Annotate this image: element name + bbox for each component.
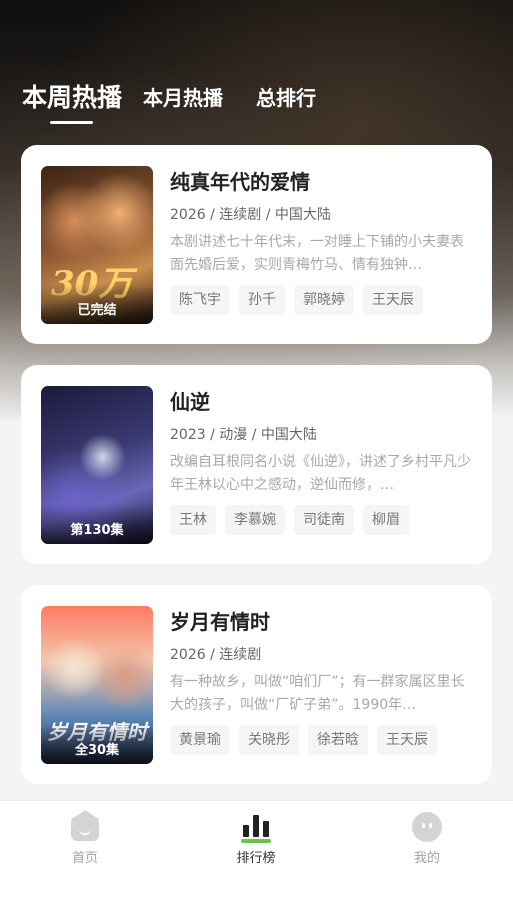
nav-home[interactable]: 首页 bbox=[25, 801, 145, 881]
nav-label: 首页 bbox=[71, 851, 98, 866]
show-card[interactable]: 第130集 仙逆 2023 / 动漫 / 中国大陆 改编自耳根同名小说《仙逆》，… bbox=[21, 365, 492, 564]
show-meta: 2026 / 连续剧 bbox=[170, 647, 262, 663]
show-title[interactable]: 仙逆 bbox=[170, 387, 475, 417]
show-meta: 2026 / 连续剧 / 中国大陆 bbox=[170, 207, 331, 223]
episode-badge: 全30集 bbox=[41, 724, 153, 764]
cast-chip[interactable]: 王林 bbox=[170, 505, 216, 535]
cast-chip[interactable]: 王天辰 bbox=[363, 285, 423, 315]
nav-profile[interactable]: 我的 bbox=[367, 801, 487, 881]
cast-chip[interactable]: 柳眉 bbox=[363, 505, 409, 535]
cast-chip[interactable]: 黄景瑜 bbox=[170, 725, 230, 755]
ranking-icon bbox=[240, 811, 272, 843]
cast-chip[interactable]: 孙千 bbox=[239, 285, 285, 315]
tab-indicator bbox=[50, 121, 93, 124]
tab-monthly[interactable]: 本月热播 bbox=[143, 82, 223, 111]
show-description: 改编自耳根同名小说《仙逆》，讲述了乡村平凡少年王林以心中之感动，逆仙而修，… bbox=[170, 454, 471, 493]
show-poster[interactable]: 岁月有情时 全30集 bbox=[41, 606, 153, 764]
cast-chip[interactable]: 李慕婉 bbox=[225, 505, 285, 535]
show-poster[interactable]: 第130集 bbox=[41, 386, 153, 544]
nav-label: 我的 bbox=[413, 851, 440, 866]
episode-badge: 已完结 bbox=[41, 284, 153, 324]
show-card[interactable]: 30万 已完结 纯真年代的爱情 2026 / 连续剧 / 中国大陆 本剧讲述七十… bbox=[21, 145, 492, 344]
cast-chip[interactable]: 陈飞宇 bbox=[170, 285, 230, 315]
show-meta: 2023 / 动漫 / 中国大陆 bbox=[170, 427, 317, 443]
profile-icon bbox=[411, 811, 443, 843]
home-icon bbox=[69, 810, 101, 843]
ranking-tabs: 本周热播 本月热播 总排行 bbox=[0, 76, 513, 126]
tab-overall[interactable]: 总排行 bbox=[256, 82, 316, 111]
cast-chip[interactable]: 王天辰 bbox=[377, 725, 437, 755]
show-title[interactable]: 岁月有情时 bbox=[170, 607, 475, 637]
show-title[interactable]: 纯真年代的爱情 bbox=[170, 167, 475, 197]
show-info: 纯真年代的爱情 2026 / 连续剧 / 中国大陆 本剧讲述七十年代末，一对睡上… bbox=[170, 167, 475, 315]
cast-list: 陈飞宇 孙千 郭晓婷 王天辰 bbox=[170, 285, 475, 315]
episode-badge: 第130集 bbox=[41, 504, 153, 544]
cast-chip[interactable]: 郭晓婷 bbox=[294, 285, 354, 315]
show-info: 仙逆 2023 / 动漫 / 中国大陆 改编自耳根同名小说《仙逆》，讲述了乡村平… bbox=[170, 387, 475, 535]
cast-chip[interactable]: 关晓彤 bbox=[239, 725, 299, 755]
show-info: 岁月有情时 2026 / 连续剧 有一种故乡，叫做“咱们厂”；有一群家属区里长大… bbox=[170, 607, 475, 755]
show-description: 有一种故乡，叫做“咱们厂”；有一群家属区里长大的孩子，叫做“厂矿子弟”。1990… bbox=[170, 674, 465, 713]
bottom-navigation: 首页 排行榜 我的 bbox=[0, 800, 513, 912]
show-card[interactable]: 岁月有情时 全30集 岁月有情时 2026 / 连续剧 有一种故乡，叫做“咱们厂… bbox=[21, 585, 492, 784]
cast-chip[interactable]: 徐若晗 bbox=[308, 725, 368, 755]
nav-label: 排行榜 bbox=[236, 851, 276, 866]
nav-ranking[interactable]: 排行榜 bbox=[196, 801, 316, 881]
cast-list: 王林 李慕婉 司徒南 柳眉 bbox=[170, 505, 475, 535]
show-poster[interactable]: 30万 已完结 bbox=[41, 166, 153, 324]
cast-list: 黄景瑜 关晓彤 徐若晗 王天辰 bbox=[170, 725, 475, 755]
tab-weekly[interactable]: 本周热播 bbox=[22, 78, 122, 114]
show-description: 本剧讲述七十年代末，一对睡上下铺的小夫妻表面先婚后爱，实则青梅竹马、情有独钟… bbox=[170, 234, 464, 273]
cast-chip[interactable]: 司徒南 bbox=[294, 505, 354, 535]
